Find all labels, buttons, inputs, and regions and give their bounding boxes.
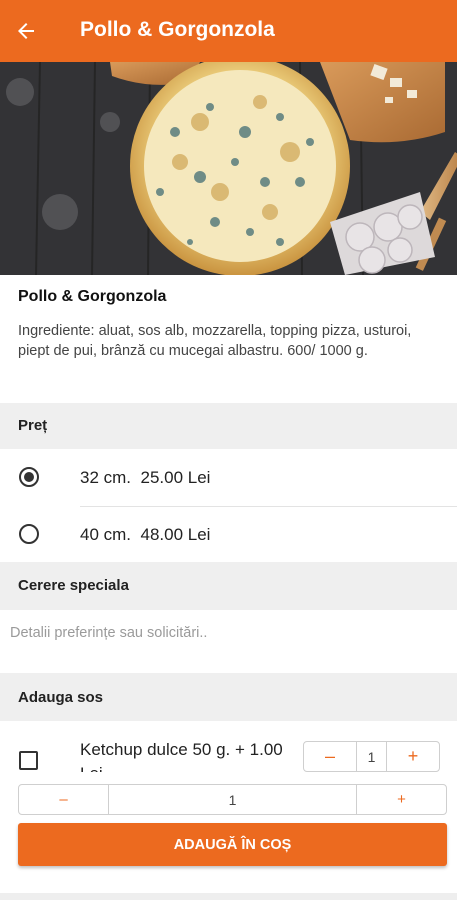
size-32-radio[interactable]: [19, 467, 39, 487]
sauce-increment-button[interactable]: +: [387, 742, 439, 771]
size-option-40[interactable]: 40 cm. 48.00 Lei: [80, 525, 210, 545]
product-description: Ingrediente: aluat, sos alb, mozzarella,…: [18, 323, 412, 359]
size-32-label: 32 cm.: [80, 468, 132, 487]
sauce-section-title: Adauga sos: [18, 689, 104, 706]
special-request-input[interactable]: [10, 622, 447, 644]
size-40-radio[interactable]: [19, 524, 39, 544]
product-image: [0, 62, 457, 275]
sauce-decrement-button[interactable]: –: [304, 742, 356, 771]
size-32-price: 25.00 Lei: [140, 468, 211, 487]
arrow-left-icon[interactable]: [14, 19, 38, 43]
sauce-quantity-value: 1: [356, 742, 387, 771]
bottom-divider: [0, 893, 457, 900]
ketchup-checkbox[interactable]: [19, 751, 38, 770]
quantity-decrement-button[interactable]: –: [19, 785, 108, 814]
special-request-header: Cerere speciala: [0, 562, 457, 610]
page-title: Pollo & Gorgonzola: [80, 18, 275, 41]
quantity-increment-button[interactable]: +: [357, 785, 446, 814]
add-to-cart-button[interactable]: ADAUGĂ ÎN COȘ: [18, 823, 447, 866]
sauce-section-header: Adauga sos: [0, 673, 457, 721]
price-section-header: Preț: [0, 403, 457, 449]
app-bar: Pollo & Gorgonzola: [0, 0, 457, 62]
sauce-quantity-stepper: – 1 +: [303, 741, 440, 772]
product-name: Pollo & Gorgonzola: [18, 288, 167, 305]
quantity-value: 1: [108, 785, 357, 814]
size-40-price: 48.00 Lei: [140, 525, 211, 544]
size-40-label: 40 cm.: [80, 525, 132, 544]
ketchup-label: Ketchup dulce 50 g. + 1.00 Lei: [80, 740, 283, 772]
option-divider: [80, 506, 457, 507]
size-option-32[interactable]: 32 cm. 25.00 Lei: [80, 468, 210, 488]
quantity-stepper: – 1 +: [18, 784, 447, 815]
price-section-title: Preț: [18, 417, 48, 434]
special-request-title: Cerere speciala: [18, 577, 129, 594]
pizza-photo: [0, 62, 457, 275]
